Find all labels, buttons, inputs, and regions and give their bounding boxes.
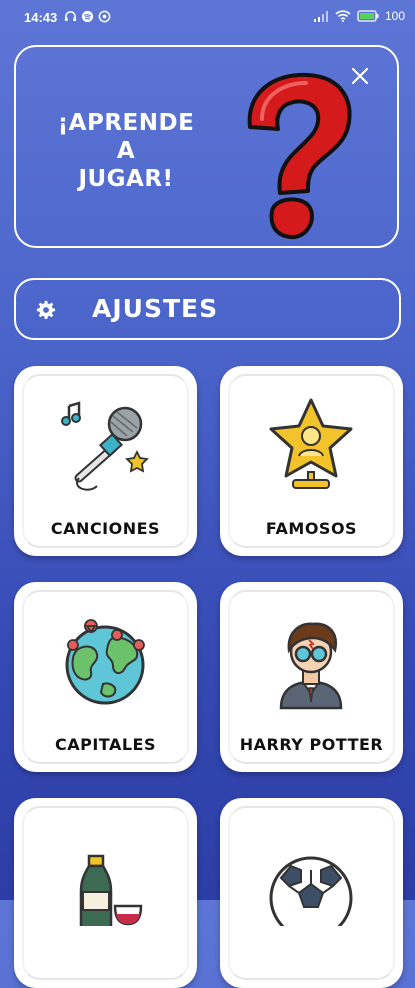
spotify-icon bbox=[81, 10, 94, 23]
close-icon[interactable] bbox=[349, 65, 371, 87]
battery-icon bbox=[357, 10, 379, 22]
category-card-canciones[interactable]: CANCIONES bbox=[14, 366, 197, 556]
signal-icon bbox=[313, 11, 328, 22]
question-mark-icon bbox=[247, 72, 352, 240]
status-left-icons bbox=[64, 10, 111, 23]
battery-percent: 100 bbox=[384, 9, 405, 23]
app-notification-icon bbox=[98, 10, 111, 23]
learn-to-play-title: ¡APRENDE A JUGAR! bbox=[46, 109, 206, 193]
status-right-icons: 100 bbox=[313, 9, 405, 23]
category-card-capitales[interactable]: CAPITALES bbox=[14, 582, 197, 772]
learn-title-line-2: A bbox=[116, 138, 136, 164]
category-label: CANCIONES bbox=[50, 519, 161, 538]
category-label: HARRY POTTER bbox=[239, 735, 384, 754]
headphones-icon bbox=[64, 11, 77, 22]
globe-icon bbox=[65, 619, 145, 705]
category-card-harry-potter[interactable]: HARRY POTTER bbox=[220, 582, 403, 772]
bottle-wine-icon bbox=[79, 854, 143, 926]
category-card-bebidas[interactable] bbox=[14, 798, 197, 988]
category-card-famosos[interactable]: FAMOSOS bbox=[220, 366, 403, 556]
category-label: CAPITALES bbox=[54, 735, 156, 754]
category-card-futbol[interactable] bbox=[220, 798, 403, 988]
category-label: FAMOSOS bbox=[265, 519, 358, 538]
wizard-icon bbox=[279, 622, 343, 710]
settings-label: AJUSTES bbox=[92, 294, 219, 323]
soccer-ball-icon bbox=[269, 856, 353, 926]
settings-button[interactable]: AJUSTES bbox=[14, 278, 401, 340]
microphone-icon bbox=[61, 401, 149, 491]
learn-title-line-1: ¡APRENDE bbox=[57, 110, 195, 136]
status-time: 14:43 bbox=[24, 10, 58, 25]
star-trophy-icon bbox=[269, 398, 353, 489]
wifi-icon bbox=[335, 10, 351, 22]
gear-icon bbox=[36, 300, 56, 319]
learn-title-line-3: JUGAR! bbox=[78, 166, 174, 192]
status-bar: 14:43 100 bbox=[0, 0, 415, 36]
learn-to-play-card[interactable]: ¡APRENDE A JUGAR! bbox=[14, 45, 399, 248]
